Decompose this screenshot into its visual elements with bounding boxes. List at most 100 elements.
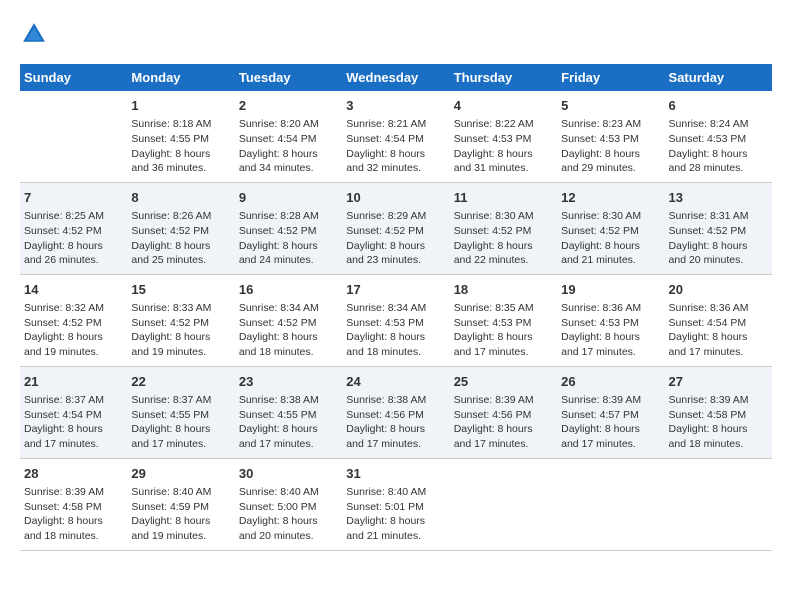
day-info: Sunrise: 8:18 AM Sunset: 4:55 PM Dayligh… [131,117,230,176]
calendar-cell [665,458,772,550]
calendar-cell: 2 Sunrise: 8:20 AM Sunset: 4:54 PM Daylig… [235,91,342,182]
weekday-header: Friday [557,64,664,91]
day-number: 16 [239,281,338,299]
calendar-cell [557,458,664,550]
calendar-week-row: 21 Sunrise: 8:37 AM Sunset: 4:54 PM Dayli… [20,366,772,458]
day-info: Sunrise: 8:25 AM Sunset: 4:52 PM Dayligh… [24,209,123,268]
day-number: 15 [131,281,230,299]
day-number: 7 [24,189,123,207]
day-number: 19 [561,281,660,299]
day-info: Sunrise: 8:21 AM Sunset: 4:54 PM Dayligh… [346,117,445,176]
page-header [20,20,772,48]
day-number: 9 [239,189,338,207]
day-number: 4 [454,97,553,115]
calendar-cell: 23 Sunrise: 8:38 AM Sunset: 4:55 PM Dayli… [235,366,342,458]
calendar-cell: 15 Sunrise: 8:33 AM Sunset: 4:52 PM Dayli… [127,274,234,366]
calendar-cell: 8 Sunrise: 8:26 AM Sunset: 4:52 PM Daylig… [127,182,234,274]
day-number: 31 [346,465,445,483]
day-info: Sunrise: 8:33 AM Sunset: 4:52 PM Dayligh… [131,301,230,360]
day-info: Sunrise: 8:20 AM Sunset: 4:54 PM Dayligh… [239,117,338,176]
day-number: 28 [24,465,123,483]
calendar-cell: 11 Sunrise: 8:30 AM Sunset: 4:52 PM Dayli… [450,182,557,274]
day-number: 18 [454,281,553,299]
calendar-cell: 30Sunrise: 8:40 AM Sunset: 5:00 PM Dayli… [235,458,342,550]
day-info: Sunrise: 8:40 AM Sunset: 4:59 PM Dayligh… [131,485,230,544]
day-info: Sunrise: 8:28 AM Sunset: 4:52 PM Dayligh… [239,209,338,268]
day-info: Sunrise: 8:40 AM Sunset: 5:00 PM Dayligh… [239,485,338,544]
day-info: Sunrise: 8:34 AM Sunset: 4:52 PM Dayligh… [239,301,338,360]
day-number: 3 [346,97,445,115]
day-info: Sunrise: 8:30 AM Sunset: 4:52 PM Dayligh… [454,209,553,268]
calendar-cell: 27Sunrise: 8:39 AM Sunset: 4:58 PM Dayli… [665,366,772,458]
calendar-cell: 5 Sunrise: 8:23 AM Sunset: 4:53 PM Daylig… [557,91,664,182]
calendar-cell: 3 Sunrise: 8:21 AM Sunset: 4:54 PM Daylig… [342,91,449,182]
day-info: Sunrise: 8:23 AM Sunset: 4:53 PM Dayligh… [561,117,660,176]
weekday-header: Thursday [450,64,557,91]
day-number: 25 [454,373,553,391]
calendar-cell: 17 Sunrise: 8:34 AM Sunset: 4:53 PM Dayli… [342,274,449,366]
calendar-cell: 21 Sunrise: 8:37 AM Sunset: 4:54 PM Dayli… [20,366,127,458]
calendar-cell: 10Sunrise: 8:29 AM Sunset: 4:52 PM Dayli… [342,182,449,274]
day-number: 17 [346,281,445,299]
day-info: Sunrise: 8:26 AM Sunset: 4:52 PM Dayligh… [131,209,230,268]
day-info: Sunrise: 8:39 AM Sunset: 4:56 PM Dayligh… [454,393,553,452]
calendar-cell: 18 Sunrise: 8:35 AM Sunset: 4:53 PM Dayli… [450,274,557,366]
day-number: 10 [346,189,445,207]
weekday-header: Saturday [665,64,772,91]
day-info: Sunrise: 8:32 AM Sunset: 4:52 PM Dayligh… [24,301,123,360]
day-info: Sunrise: 8:35 AM Sunset: 4:53 PM Dayligh… [454,301,553,360]
day-info: Sunrise: 8:36 AM Sunset: 4:53 PM Dayligh… [561,301,660,360]
day-info: Sunrise: 8:30 AM Sunset: 4:52 PM Dayligh… [561,209,660,268]
day-info: Sunrise: 8:39 AM Sunset: 4:58 PM Dayligh… [669,393,768,452]
day-info: Sunrise: 8:37 AM Sunset: 4:55 PM Dayligh… [131,393,230,452]
weekday-header-row: SundayMondayTuesdayWednesdayThursdayFrid… [20,64,772,91]
calendar-cell: 9 Sunrise: 8:28 AM Sunset: 4:52 PM Daylig… [235,182,342,274]
calendar-cell: 31 Sunrise: 8:40 AM Sunset: 5:01 PM Dayli… [342,458,449,550]
calendar-cell: 25 Sunrise: 8:39 AM Sunset: 4:56 PM Dayli… [450,366,557,458]
logo-icon [20,20,48,48]
calendar-week-row: 28 Sunrise: 8:39 AM Sunset: 4:58 PM Dayli… [20,458,772,550]
day-number: 2 [239,97,338,115]
day-number: 23 [239,373,338,391]
day-number: 5 [561,97,660,115]
calendar-cell: 29Sunrise: 8:40 AM Sunset: 4:59 PM Dayli… [127,458,234,550]
logo [20,20,50,48]
calendar-week-row: 1 Sunrise: 8:18 AM Sunset: 4:55 PM Daylig… [20,91,772,182]
day-number: 13 [669,189,768,207]
day-info: Sunrise: 8:36 AM Sunset: 4:54 PM Dayligh… [669,301,768,360]
calendar-cell [450,458,557,550]
day-info: Sunrise: 8:24 AM Sunset: 4:53 PM Dayligh… [669,117,768,176]
calendar-cell: 19 Sunrise: 8:36 AM Sunset: 4:53 PM Dayli… [557,274,664,366]
calendar-cell: 7 Sunrise: 8:25 AM Sunset: 4:52 PM Daylig… [20,182,127,274]
day-info: Sunrise: 8:40 AM Sunset: 5:01 PM Dayligh… [346,485,445,544]
weekday-header: Tuesday [235,64,342,91]
calendar-cell: 14 Sunrise: 8:32 AM Sunset: 4:52 PM Dayli… [20,274,127,366]
weekday-header: Monday [127,64,234,91]
calendar-cell: 4 Sunrise: 8:22 AM Sunset: 4:53 PM Daylig… [450,91,557,182]
day-number: 21 [24,373,123,391]
day-number: 6 [669,97,768,115]
day-info: Sunrise: 8:34 AM Sunset: 4:53 PM Dayligh… [346,301,445,360]
day-info: Sunrise: 8:37 AM Sunset: 4:54 PM Dayligh… [24,393,123,452]
day-number: 26 [561,373,660,391]
weekday-header: Wednesday [342,64,449,91]
calendar-table: SundayMondayTuesdayWednesdayThursdayFrid… [20,64,772,551]
day-number: 14 [24,281,123,299]
day-number: 11 [454,189,553,207]
calendar-cell: 22Sunrise: 8:37 AM Sunset: 4:55 PM Dayli… [127,366,234,458]
day-info: Sunrise: 8:39 AM Sunset: 4:58 PM Dayligh… [24,485,123,544]
calendar-cell: 20Sunrise: 8:36 AM Sunset: 4:54 PM Dayli… [665,274,772,366]
calendar-week-row: 7 Sunrise: 8:25 AM Sunset: 4:52 PM Daylig… [20,182,772,274]
calendar-cell: 13 Sunrise: 8:31 AM Sunset: 4:52 PM Dayli… [665,182,772,274]
calendar-cell: 1 Sunrise: 8:18 AM Sunset: 4:55 PM Daylig… [127,91,234,182]
day-info: Sunrise: 8:38 AM Sunset: 4:55 PM Dayligh… [239,393,338,452]
day-info: Sunrise: 8:22 AM Sunset: 4:53 PM Dayligh… [454,117,553,176]
day-number: 1 [131,97,230,115]
day-number: 12 [561,189,660,207]
calendar-cell: 16 Sunrise: 8:34 AM Sunset: 4:52 PM Dayli… [235,274,342,366]
day-info: Sunrise: 8:38 AM Sunset: 4:56 PM Dayligh… [346,393,445,452]
day-number: 8 [131,189,230,207]
calendar-cell [20,91,127,182]
day-info: Sunrise: 8:31 AM Sunset: 4:52 PM Dayligh… [669,209,768,268]
calendar-cell: 26Sunrise: 8:39 AM Sunset: 4:57 PM Dayli… [557,366,664,458]
